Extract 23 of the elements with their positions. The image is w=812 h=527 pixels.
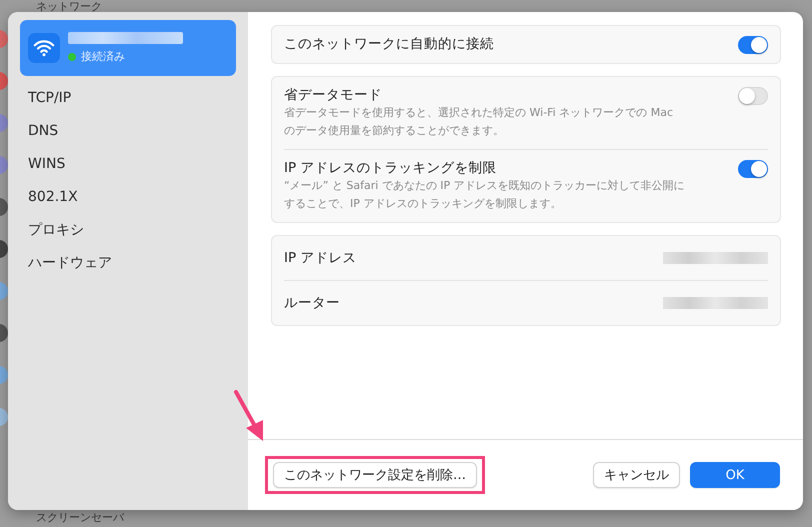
sidebar-item[interactable]: ハードウェア [20, 247, 120, 280]
field-label: IP アドレス [284, 249, 356, 267]
toggle-switch[interactable] [738, 160, 768, 178]
setting-label: このネットワークに自動的に接続 [284, 35, 494, 53]
ok-button[interactable]: OK [690, 462, 780, 488]
status-label: 接続済み [81, 49, 125, 64]
sidebar-item[interactable]: WINS [20, 148, 74, 181]
sidebar-item[interactable]: DNS [20, 115, 66, 148]
sidebar-item[interactable]: TCP/IP [20, 82, 80, 115]
cancel-button[interactable]: キャンセル [593, 462, 680, 488]
field-label: ルーター [284, 294, 340, 312]
toggle-switch[interactable] [738, 36, 768, 54]
setting-description: “メール” と Safari であなたの IP アドレスを既知のトラッカーに対して非公開にすることで、IP アドレスのトラッキングを制限します。 [284, 178, 686, 212]
setting-label: 省データモード [284, 86, 383, 104]
delete-button[interactable]: このネットワーク設定を削除… [273, 462, 477, 488]
wifi-icon [28, 33, 60, 63]
annotation-arrow [232, 388, 266, 444]
sidebar-item[interactable]: 802.1X [20, 181, 86, 214]
setting-label: IP アドレスのトラッキングを制限 [284, 159, 498, 177]
section-title: ネットワーク [36, 1, 102, 12]
setting-description: 省データモードを使用すると、選択された特定の Wi-Fi ネットワークでの Mac のデータ使用量を節約することができます。 [284, 105, 674, 139]
sidebar-item[interactable]: スクリーンセーバ [36, 511, 124, 524]
sidebar-item[interactable]: プロキシ [20, 214, 92, 247]
